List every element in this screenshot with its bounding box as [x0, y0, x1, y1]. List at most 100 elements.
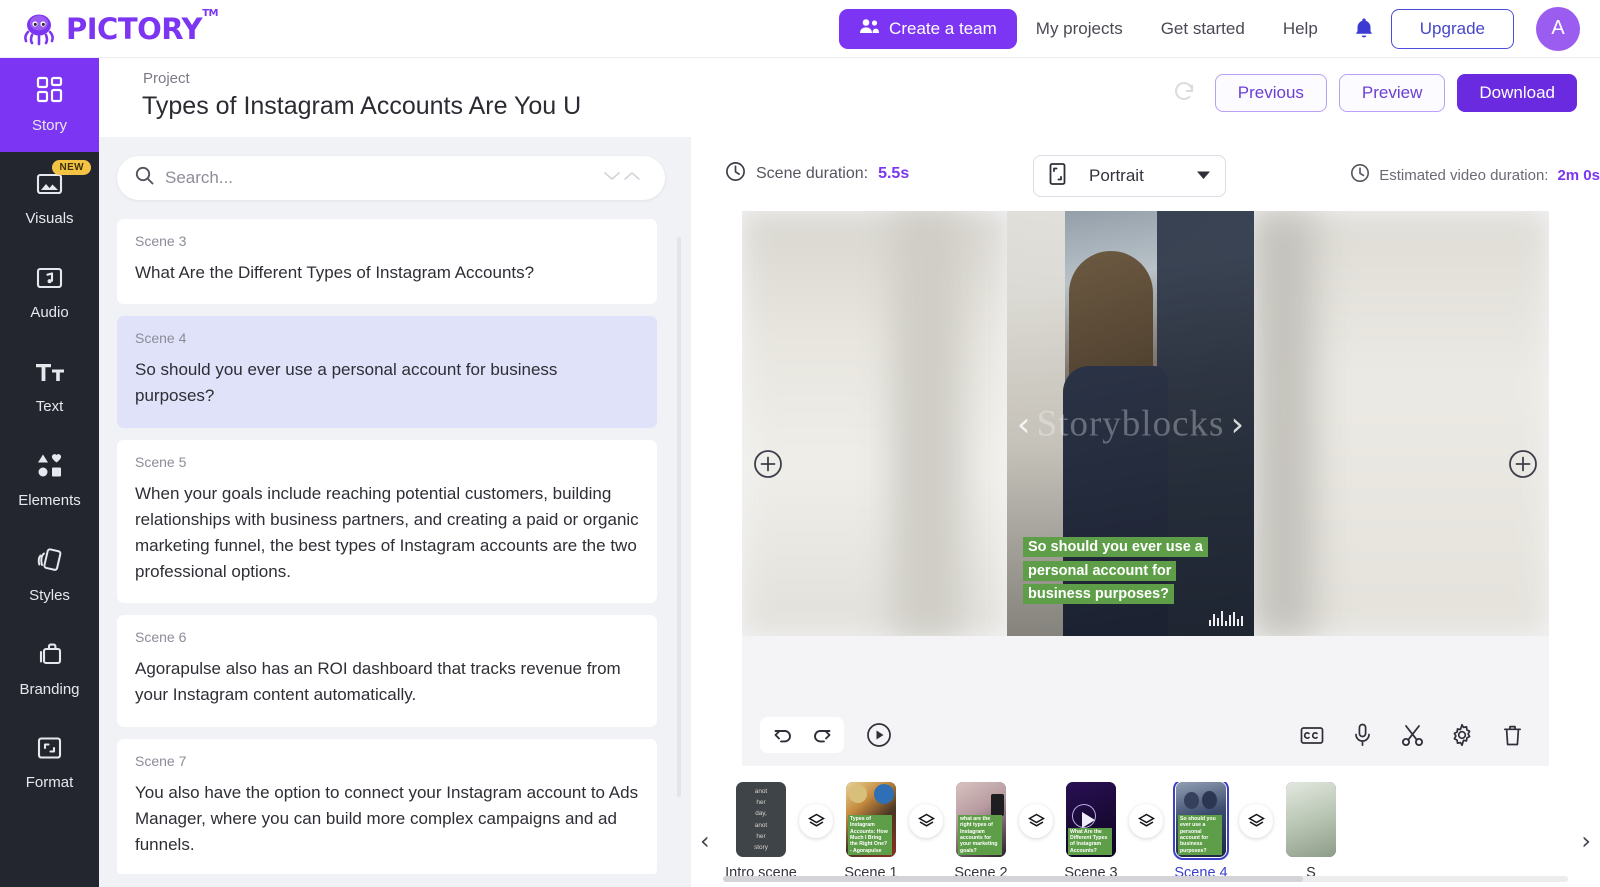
scene-text[interactable]: So should you ever use a personal accoun…	[135, 357, 639, 409]
video-prev-button[interactable]: ‹	[1017, 407, 1030, 440]
briefcase-icon	[37, 641, 63, 672]
scene-thumbnail[interactable]	[1286, 782, 1336, 857]
estimated-duration: Estimated video duration: 2m 0s	[1350, 163, 1600, 188]
timeline-scene[interactable]: Types of Instagram Accounts: How Much I …	[833, 782, 909, 878]
scene-thumbnail[interactable]: anot her day, anot her story	[736, 782, 786, 857]
scene-card[interactable]: Scene 6 Agorapulse also has an ROI dashb…	[117, 615, 657, 727]
add-scene-left-button[interactable]	[753, 449, 783, 479]
transition-button[interactable]	[909, 804, 943, 838]
avatar[interactable]: A	[1536, 6, 1580, 51]
timeline: ‹ › anot her day, anot her story Intro s…	[691, 782, 1600, 887]
download-button[interactable]: Download	[1457, 74, 1577, 112]
scene-thumbnail[interactable]: Types of Instagram Accounts: How Much I …	[846, 782, 896, 857]
timeline-scene[interactable]: S	[1273, 782, 1349, 878]
transition-button[interactable]	[1019, 804, 1053, 838]
audio-waveform-icon	[1209, 611, 1243, 626]
brand-logo[interactable]: PICTORY TM	[20, 8, 219, 48]
timeline-scene[interactable]: What Are the Different Types of Instagra…	[1053, 782, 1129, 878]
brand-text: PICTORY	[66, 11, 203, 46]
timeline-scene-selected[interactable]: So should you ever use a personal accoun…	[1163, 782, 1239, 878]
video-preview[interactable]: Storyblocks ‹ › So should you ever use a…	[1007, 211, 1254, 636]
project-actions: Previous Preview Download	[1173, 74, 1577, 112]
nav-help[interactable]: Help	[1264, 19, 1337, 39]
top-header: PICTORY TM Create a team My projects Get…	[0, 0, 1600, 58]
sidebar-label-visuals: Visuals	[25, 209, 74, 227]
video-blur-right	[1254, 211, 1549, 636]
play-icon[interactable]	[860, 716, 898, 754]
project-title[interactable]: Types of Instagram Accounts Are You U	[142, 92, 581, 121]
scene-list[interactable]: Scene 3 What Are the Different Types of …	[117, 219, 677, 874]
preview-button[interactable]: Preview	[1338, 74, 1446, 112]
previous-button[interactable]: Previous	[1214, 74, 1327, 112]
scene-card-selected[interactable]: Scene 4 So should you ever use a persona…	[117, 316, 657, 428]
text-icon	[35, 360, 65, 389]
thumbnail-caption: Types of Instagram Accounts: How Much I …	[848, 814, 892, 855]
timeline-prev-button[interactable]: ‹	[700, 827, 710, 855]
transition-button[interactable]	[1129, 804, 1163, 838]
sidebar-item-elements[interactable]: Elements	[0, 434, 99, 528]
scissors-icon[interactable]	[1393, 716, 1431, 754]
scene-text[interactable]: You also have the option to connect your…	[135, 780, 639, 859]
scene-thumbnail[interactable]: What Are the Different Types of Instagra…	[1066, 782, 1116, 857]
timeline-scene[interactable]: anot her day, anot her story Intro scene	[723, 782, 799, 878]
undo-icon[interactable]	[764, 716, 802, 754]
timeline-scrollbar-thumb[interactable]	[723, 876, 1303, 882]
image-icon	[36, 172, 63, 201]
scene-card[interactable]: Scene 3 What Are the Different Types of …	[117, 219, 657, 305]
video-next-button[interactable]: ›	[1231, 407, 1244, 440]
timeline-track[interactable]: anot her day, anot her story Intro scene Type…	[723, 782, 1568, 878]
transition-button[interactable]	[1239, 804, 1273, 838]
estimated-duration-value: 2m 0s	[1557, 167, 1600, 184]
upgrade-button[interactable]: Upgrade	[1390, 8, 1514, 49]
nav-my-projects[interactable]: My projects	[1017, 19, 1142, 39]
sidebar-item-story[interactable]: Story	[0, 58, 99, 152]
microphone-icon[interactable]	[1343, 716, 1381, 754]
nav-get-started[interactable]: Get started	[1142, 19, 1264, 39]
sidebar-item-text[interactable]: Text	[0, 340, 99, 434]
timeline-next-button[interactable]: ›	[1581, 827, 1591, 855]
sidebar-item-branding[interactable]: Branding	[0, 622, 99, 716]
scene-thumbnail[interactable]: what are the right types of Instagram ac…	[956, 782, 1006, 857]
transition-button[interactable]	[799, 804, 833, 838]
sidebar-item-visuals[interactable]: NEW Visuals	[0, 152, 99, 246]
caption-overlay[interactable]: So should you ever use a personal accoun…	[1023, 537, 1223, 608]
thumbnail-caption: what are the right types of Instagram ac…	[958, 814, 1002, 855]
header-nav: Create a team My projects Get started He…	[839, 6, 1580, 51]
create-team-button[interactable]: Create a team	[839, 8, 1017, 49]
search-input[interactable]: Search...	[117, 156, 665, 200]
clock-icon	[725, 161, 746, 187]
sidebar-label-audio: Audio	[30, 303, 69, 321]
format-label: Portrait	[1089, 166, 1144, 185]
scene-card[interactable]: Scene 7 You also have the option to conn…	[117, 738, 657, 874]
undo-redo-group	[760, 717, 844, 753]
scene-card[interactable]: Scene 5 When your goals include reaching…	[117, 439, 657, 604]
octopus-logo-icon	[20, 10, 58, 48]
scene-duration-value: 5.5s	[878, 165, 910, 182]
gear-icon[interactable]	[1443, 716, 1481, 754]
scene-number: Scene 7	[135, 752, 187, 769]
format-dropdown[interactable]: Portrait	[1033, 155, 1226, 197]
refresh-icon	[1173, 80, 1195, 107]
add-scene-right-button[interactable]	[1508, 449, 1538, 479]
script-panel-scrollbar[interactable]	[677, 237, 681, 797]
scene-text[interactable]: Agorapulse also has an ROI dashboard tha…	[135, 656, 639, 708]
sidebar-item-styles[interactable]: Styles	[0, 528, 99, 622]
scene-text[interactable]: When your goals include reaching potenti…	[135, 481, 639, 586]
scene-text[interactable]: What Are the Different Types of Instagra…	[135, 260, 639, 286]
timeline-scene[interactable]: what are the right types of Instagram ac…	[943, 782, 1019, 878]
people-icon	[859, 18, 880, 39]
timeline-scrollbar[interactable]	[723, 876, 1568, 882]
trademark-symbol: TM	[202, 7, 219, 19]
trash-icon[interactable]	[1493, 716, 1531, 754]
preview-toolbar: Scene duration: 5.5s Portrait Estimated …	[691, 137, 1600, 211]
redo-icon[interactable]	[802, 716, 840, 754]
closed-captions-icon[interactable]	[1293, 716, 1331, 754]
bell-icon[interactable]	[1337, 17, 1391, 40]
chevron-down-icon	[1196, 167, 1211, 185]
estimated-duration-label: Estimated video duration:	[1379, 167, 1549, 184]
search-prev-next-icon[interactable]	[601, 168, 647, 189]
sidebar-label-format: Format	[25, 773, 74, 791]
scene-thumbnail[interactable]: So should you ever use a personal accoun…	[1173, 782, 1229, 860]
sidebar-item-format[interactable]: Format	[0, 716, 99, 810]
sidebar-item-audio[interactable]: Audio	[0, 246, 99, 340]
